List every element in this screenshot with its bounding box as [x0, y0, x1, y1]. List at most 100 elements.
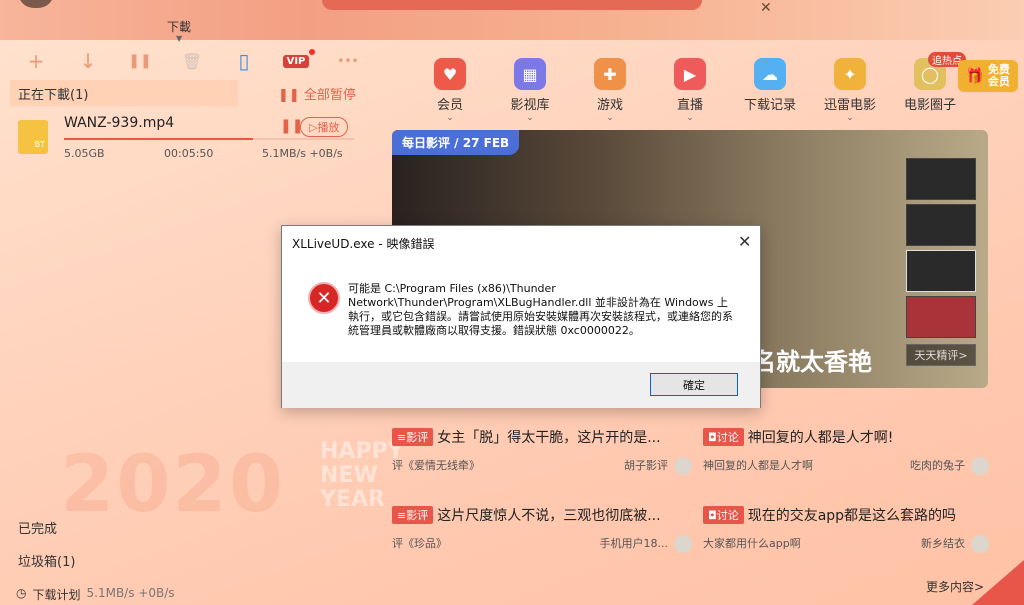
- post-item[interactable]: ≡影评 女主「脱」得太干脆，这片开的是... 评《爱情无线牵》 胡子影评: [392, 427, 692, 475]
- dialog-close-icon[interactable]: ✕: [738, 232, 751, 251]
- nav-label: 游戏: [596, 98, 623, 113]
- task-progress-fill: [64, 138, 253, 140]
- review-badge: ≡影评: [392, 506, 434, 524]
- nav-label: 影视库: [510, 98, 550, 113]
- nav-item[interactable]: ☁ 下载记录: [730, 58, 810, 123]
- ok-button[interactable]: 確定: [650, 373, 738, 396]
- file-type: BT: [34, 140, 45, 149]
- title-strip: ✕ 下載 ▼: [0, 0, 1024, 43]
- task-speed: 5.1MB/s +0B/s: [262, 147, 343, 160]
- nav-icon: ▦: [514, 58, 546, 90]
- task-size: 5.05GB: [64, 147, 105, 160]
- post-title: 这片尺度惊人不说，三观也彻底被...: [437, 508, 661, 524]
- post-item[interactable]: ◘讨论 现在的交友app都是这么套路的吗 大家都用什么app啊 新乡结衣: [703, 505, 989, 553]
- author-avatar: [971, 457, 989, 475]
- pause-button[interactable]: ❚❚: [114, 48, 166, 74]
- chevron-down-icon: ⌄: [526, 113, 534, 123]
- nav-item[interactable]: ✚ 游戏 ⌄: [570, 58, 650, 123]
- chevron-down-icon: ▼: [176, 34, 183, 43]
- post-author: 手机用户18...: [599, 537, 669, 550]
- author-avatar: [674, 535, 692, 553]
- banner-more-link[interactable]: 天天精评>: [906, 344, 976, 366]
- post-item[interactable]: ◘讨论 神回复的人都是人才啊! 神回复的人都是人才啊 吃肉的兔子: [703, 427, 989, 475]
- post-title: 神回复的人都是人才啊!: [747, 430, 894, 446]
- download-toolbar: + ↓ ❚❚ 🗑 ▯ VIP •••: [10, 48, 374, 74]
- dialog-message: 可能是 C:\Program Files (x86)\Thunder Netwo…: [348, 282, 733, 337]
- nav-icon: ▶: [674, 58, 706, 90]
- task-time: 00:05:50: [164, 147, 214, 160]
- task-play-label: 播放: [317, 121, 340, 134]
- post-item[interactable]: ≡影评 这片尺度惊人不说，三观也彻底被... 评《珍品》 手机用户18...: [392, 505, 692, 553]
- discussion-badge: ◘讨论: [703, 428, 744, 446]
- more-icon: •••: [337, 54, 359, 68]
- banner-caption: 名就太香艳: [752, 348, 872, 376]
- free-vip-label: 免费会员: [987, 63, 1010, 88]
- nav-item[interactable]: ▶ 直播 ⌄: [650, 58, 730, 123]
- chevron-down-icon: ⌄: [846, 113, 854, 123]
- gift-icon: 🎁: [965, 67, 984, 85]
- phone-button[interactable]: ▯: [218, 48, 270, 74]
- nav-item[interactable]: ♥ 会员 ⌄: [410, 58, 490, 123]
- download-task[interactable]: BT WANZ-939.mp4 ❚❚ ▷播放 5.05GB 00:05:50 5…: [14, 112, 354, 168]
- post-author: 吃肉的兔子: [910, 459, 965, 472]
- task-play-button[interactable]: ▷播放: [300, 117, 349, 137]
- dialog-footer: 確定: [282, 362, 760, 408]
- nav-label: 直播: [676, 98, 703, 113]
- nav-item[interactable]: ▦ 影视库 ⌄: [490, 58, 570, 123]
- chevron-down-icon: ⌄: [686, 113, 694, 123]
- banner-tag: 每日影评 / 27 FEB: [392, 130, 520, 155]
- close-icon[interactable]: ✕: [760, 0, 772, 16]
- chevron-down-icon: ⌄: [446, 113, 454, 123]
- global-speed: 5.1MB/s +0B/s: [86, 586, 175, 600]
- delete-button[interactable]: 🗑: [166, 48, 218, 74]
- discussion-badge: ◘讨论: [703, 506, 744, 524]
- review-badge: ≡影评: [392, 428, 434, 446]
- user-avatar[interactable]: [18, 0, 54, 8]
- feature-nav: ♥ 会员 ⌄ ▦ 影视库 ⌄ ✚ 游戏 ⌄ ▶ 直播 ⌄ ☁ 下载记录 ✦ 迅雷电影 ⌄ ◯ 电影圈子: [410, 58, 970, 123]
- post-source: 大家都用什么app啊: [703, 537, 801, 550]
- phone-icon: ▯: [238, 49, 250, 73]
- download-plan[interactable]: ◷ 下载计划 5.1MB/s +0B/s: [16, 586, 175, 603]
- error-dialog: XLLiveUD.exe - 映像錯誤 ✕ ✕ 可能是 C:\Program F…: [281, 225, 761, 408]
- error-icon: ✕: [308, 282, 340, 314]
- author-avatar: [971, 535, 989, 553]
- nav-label: 会员: [436, 98, 463, 113]
- downloading-tab[interactable]: 正在下載(1): [10, 80, 238, 106]
- clock-icon: ◷: [16, 586, 27, 600]
- vip-icon: VIP: [282, 48, 316, 68]
- search-area[interactable]: [322, 0, 702, 10]
- banner-thumbnail[interactable]: [906, 250, 976, 292]
- trash-tab[interactable]: 垃圾箱(1): [18, 551, 75, 570]
- post-source: 评《珍品》: [392, 537, 447, 550]
- add-task-button[interactable]: +: [10, 48, 62, 74]
- nav-label: 电影圈子: [903, 98, 956, 113]
- nav-icon: ♥: [434, 58, 466, 90]
- pause-all-button[interactable]: ❚❚ 全部暂停: [278, 84, 356, 103]
- trash-icon: 🗑: [181, 51, 203, 71]
- pause-all-label: 全部暂停: [303, 88, 356, 103]
- bg-year-graphic: 2020: [60, 440, 286, 530]
- post-source: 评《爱情无线牵》: [392, 459, 480, 472]
- nav-icon: ☁: [754, 58, 786, 90]
- post-title: 女主「脱」得太干脆，这片开的是...: [437, 430, 661, 446]
- downloading-tab-label: 正在下載(1): [18, 87, 89, 103]
- more-button[interactable]: •••: [322, 48, 374, 74]
- download-tab-label[interactable]: 下載: [167, 18, 191, 35]
- plus-icon: +: [27, 49, 45, 73]
- nav-label: 下载记录: [743, 98, 796, 113]
- nav-label: 迅雷电影: [823, 98, 876, 113]
- free-vip-button[interactable]: 🎁 免费会员: [958, 60, 1018, 92]
- completed-tab[interactable]: 已完成: [18, 518, 57, 537]
- pause-icon: ❚❚: [278, 88, 304, 103]
- post-author: 新乡结衣: [921, 537, 965, 550]
- banner-thumbnail[interactable]: [906, 296, 976, 338]
- author-avatar: [674, 457, 692, 475]
- task-progress-bar: [64, 138, 354, 140]
- more-content-link[interactable]: 更多内容>: [926, 578, 984, 595]
- nav-icon: ✦: [834, 58, 866, 90]
- vip-button[interactable]: VIP: [270, 48, 322, 74]
- nav-item[interactable]: ✦ 迅雷电影 ⌄: [810, 58, 890, 123]
- banner-thumbnail[interactable]: [906, 158, 976, 200]
- banner-thumbnail[interactable]: [906, 204, 976, 246]
- start-button[interactable]: ↓: [62, 48, 114, 74]
